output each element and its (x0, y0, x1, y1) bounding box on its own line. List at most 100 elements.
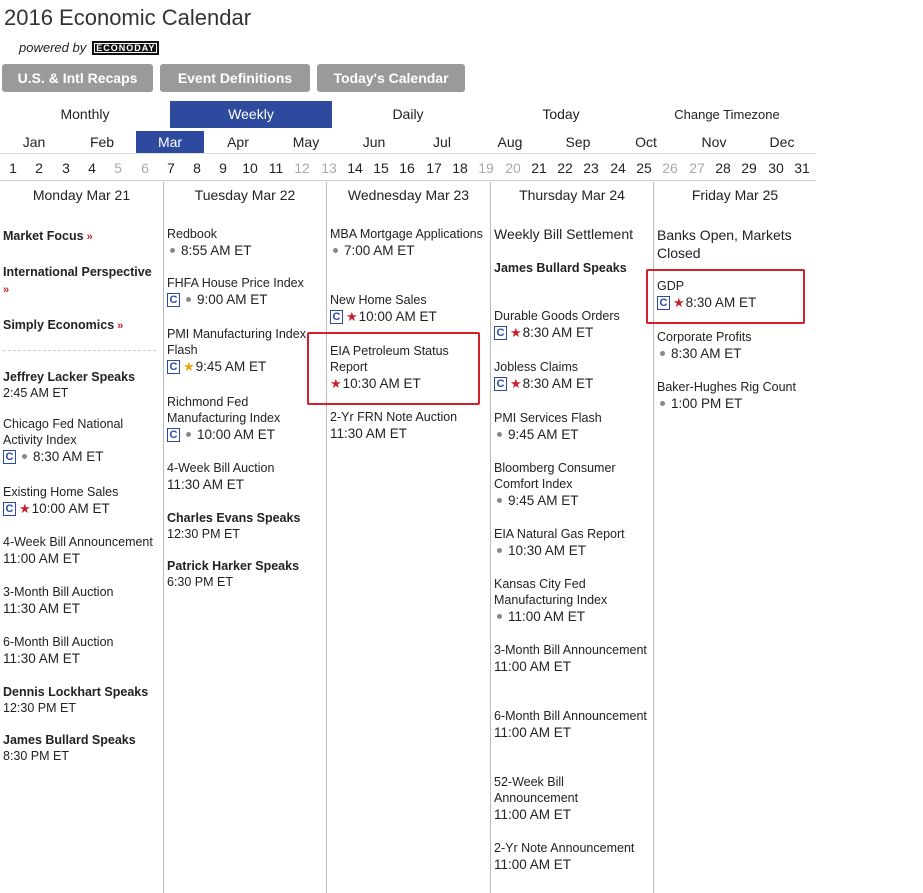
event-name[interactable]: 6-Month Bill Auction (3, 634, 159, 650)
month-may[interactable]: May (272, 131, 340, 153)
day-3[interactable]: 3 (62, 160, 70, 176)
day-20[interactable]: 20 (505, 160, 521, 176)
calendar-event[interactable]: 52-Week Bill Announcement 11:00 AM ET (494, 774, 649, 823)
calendar-event[interactable]: Existing Home Sales C ★ 10:00 AM ET (3, 484, 159, 517)
calendar-event[interactable]: Kansas City Fed Manufacturing Index 11:00… (494, 576, 649, 625)
event-name[interactable]: FHFA House Price Index (167, 275, 322, 291)
consensus-icon[interactable]: C (3, 501, 16, 516)
calendar-event[interactable]: Corporate Profits 8:30 AM ET (657, 329, 812, 362)
month-oct[interactable]: Oct (612, 131, 680, 153)
calendar-event[interactable]: 2-Yr FRN Note Auction 11:30 AM ET (330, 409, 486, 442)
event-name[interactable]: Charles Evans Speaks (167, 510, 322, 526)
calendar-event[interactable]: New Home Sales C ★ 10:00 AM ET (330, 292, 486, 325)
event-name[interactable]: Chicago Fed National Activity Index (3, 416, 159, 448)
event-name[interactable]: PMI Manufacturing Index Flash (167, 326, 322, 358)
consensus-icon[interactable]: C (330, 309, 343, 324)
calendar-event[interactable]: Bloomberg Consumer Comfort Index 9:45 AM … (494, 460, 649, 509)
day-16[interactable]: 16 (399, 160, 415, 176)
day-17[interactable]: 17 (426, 160, 442, 176)
day-21[interactable]: 21 (531, 160, 547, 176)
calendar-event[interactable]: PMI Services Flash 9:45 AM ET (494, 410, 649, 443)
event-name[interactable]: Market Focus » (3, 228, 159, 245)
calendar-event[interactable]: Simply Economics » (3, 317, 159, 334)
event-definitions-button[interactable]: Event Definitions (160, 64, 310, 92)
calendar-event[interactable]: Market Focus » (3, 228, 159, 245)
event-name[interactable]: 3-Month Bill Announcement (494, 642, 649, 658)
calendar-event[interactable]: 6-Month Bill Announcement 11:00 AM ET (494, 708, 649, 741)
econoday-logo[interactable]: ECONODAY (92, 40, 160, 55)
day-15[interactable]: 15 (373, 160, 389, 176)
month-feb[interactable]: Feb (68, 131, 136, 153)
tab-today[interactable]: Today (484, 101, 638, 128)
calendar-event[interactable]: 6-Month Bill Auction 11:30 AM ET (3, 634, 159, 667)
day-25[interactable]: 25 (636, 160, 652, 176)
month-mar[interactable]: Mar (136, 131, 204, 153)
calendar-event[interactable]: James Bullard Speaks 8:30 PM ET (3, 732, 159, 765)
day-6[interactable]: 6 (141, 160, 149, 176)
month-jun[interactable]: Jun (340, 131, 408, 153)
calendar-event[interactable]: James Bullard Speaks (494, 260, 649, 276)
calendar-event[interactable]: Baker-Hughes Rig Count 1:00 PM ET (657, 379, 812, 412)
month-aug[interactable]: Aug (476, 131, 544, 153)
calendar-event[interactable]: Weekly Bill Settlement (494, 226, 649, 242)
event-name[interactable]: Richmond Fed Manufacturing Index (167, 394, 322, 426)
day-27[interactable]: 27 (689, 160, 705, 176)
day-8[interactable]: 8 (193, 160, 201, 176)
month-sep[interactable]: Sep (544, 131, 612, 153)
day-13[interactable]: 13 (321, 160, 337, 176)
day-30[interactable]: 30 (768, 160, 784, 176)
tab-daily[interactable]: Daily (332, 101, 484, 128)
tab-weekly[interactable]: Weekly (170, 101, 332, 128)
event-name[interactable]: Existing Home Sales (3, 484, 159, 500)
day-5[interactable]: 5 (114, 160, 122, 176)
day-23[interactable]: 23 (583, 160, 599, 176)
todays-calendar-button[interactable]: Today's Calendar (317, 64, 465, 92)
calendar-event[interactable]: Banks Open, Markets Closed (657, 226, 812, 262)
event-name[interactable]: Kansas City Fed Manufacturing Index (494, 576, 649, 608)
day-4[interactable]: 4 (88, 160, 96, 176)
calendar-event[interactable]: 3-Month Bill Announcement 11:00 AM ET (494, 642, 649, 675)
calendar-event[interactable]: 4-Week Bill Announcement 11:00 AM ET (3, 534, 159, 567)
tab-change-timezone[interactable]: Change Timezone (638, 101, 816, 128)
event-name[interactable]: 2-Yr Note Announcement (494, 840, 649, 856)
event-name[interactable]: PMI Services Flash (494, 410, 649, 426)
day-28[interactable]: 28 (715, 160, 731, 176)
recaps-button[interactable]: U.S. & Intl Recaps (2, 64, 153, 92)
event-name[interactable]: EIA Natural Gas Report (494, 526, 649, 542)
event-name[interactable]: Durable Goods Orders (494, 308, 649, 324)
day-14[interactable]: 14 (347, 160, 363, 176)
month-nov[interactable]: Nov (680, 131, 748, 153)
month-apr[interactable]: Apr (204, 131, 272, 153)
event-name[interactable]: 4-Week Bill Auction (167, 460, 322, 476)
event-name[interactable]: Redbook (167, 226, 322, 242)
day-1[interactable]: 1 (9, 160, 17, 176)
calendar-event[interactable]: FHFA House Price Index C 9:00 AM ET (167, 275, 322, 308)
calendar-event[interactable]: Jobless Claims C ★ 8:30 AM ET (494, 359, 649, 392)
event-name[interactable]: Bloomberg Consumer Comfort Index (494, 460, 649, 492)
day-31[interactable]: 31 (794, 160, 810, 176)
event-name[interactable]: Jeffrey Lacker Speaks (3, 369, 159, 385)
event-name[interactable]: Jobless Claims (494, 359, 649, 375)
day-22[interactable]: 22 (557, 160, 573, 176)
event-name[interactable]: MBA Mortgage Applications (330, 226, 486, 242)
calendar-event[interactable]: Chicago Fed National Activity Index C 8:30… (3, 416, 159, 465)
consensus-icon[interactable]: C (167, 359, 180, 374)
calendar-event[interactable]: EIA Natural Gas Report 10:30 AM ET (494, 526, 649, 559)
event-name[interactable]: James Bullard Speaks (3, 732, 159, 748)
day-24[interactable]: 24 (610, 160, 626, 176)
calendar-event[interactable]: Redbook 8:55 AM ET (167, 226, 322, 259)
event-name[interactable]: Patrick Harker Speaks (167, 558, 322, 574)
event-name[interactable]: New Home Sales (330, 292, 486, 308)
day-12[interactable]: 12 (294, 160, 310, 176)
calendar-event[interactable]: Patrick Harker Speaks 6:30 PM ET (167, 558, 322, 591)
event-name[interactable]: Weekly Bill Settlement (494, 226, 649, 242)
calendar-event[interactable]: Richmond Fed Manufacturing Index C 10:00 A… (167, 394, 322, 443)
event-name[interactable]: 3-Month Bill Auction (3, 584, 159, 600)
event-name[interactable]: Banks Open, Markets Closed (657, 226, 812, 262)
event-name[interactable]: 2-Yr FRN Note Auction (330, 409, 486, 425)
day-11[interactable]: 11 (269, 160, 284, 176)
month-jul[interactable]: Jul (408, 131, 476, 153)
event-name[interactable]: Simply Economics » (3, 317, 159, 334)
event-name[interactable]: Corporate Profits (657, 329, 812, 345)
calendar-event[interactable]: PMI Manufacturing Index Flash C ★ 9:45 AM E… (167, 326, 322, 375)
